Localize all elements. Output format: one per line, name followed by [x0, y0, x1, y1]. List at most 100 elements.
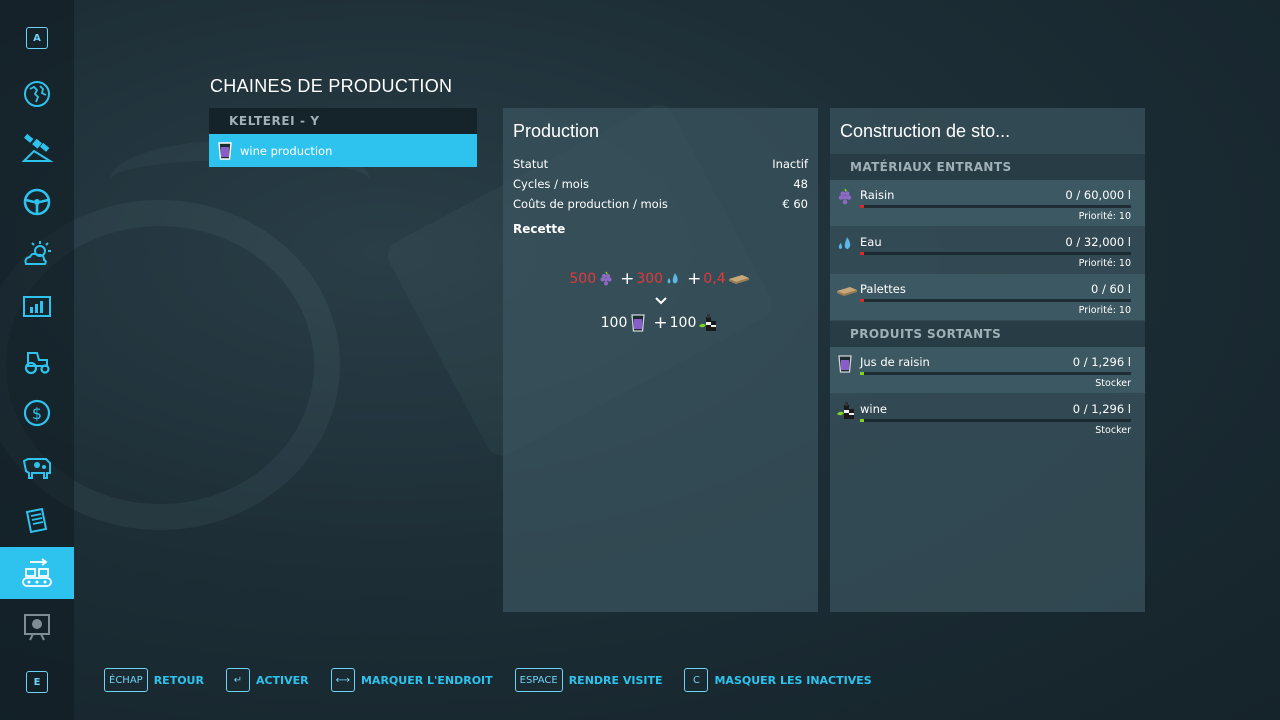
- production-icon: [22, 558, 52, 587]
- page-title: CHAINES DE PRODUCTION: [210, 76, 453, 96]
- recipe-input-amount: 300: [636, 271, 664, 287]
- key-hint-e[interactable]: E: [0, 656, 74, 708]
- input-row-palettes: Palettes 0 / 60 l Priorité: 10: [830, 274, 1145, 320]
- material-priority: Priorité: 10: [1078, 258, 1131, 269]
- product-amount: 0 / 1,296 l: [1072, 355, 1131, 369]
- globe-icon: [24, 81, 50, 107]
- action-mark-location[interactable]: MARQUER L'ENDROIT: [361, 674, 493, 687]
- plus-sign: +: [687, 269, 702, 289]
- recipe-output-amount: 100: [669, 315, 697, 331]
- satellite-icon: [21, 133, 54, 162]
- list-item-wine-production[interactable]: wine production: [209, 134, 477, 167]
- storage-panel: Construction de sto... MATÉRIAUX ENTRANT…: [830, 108, 1145, 612]
- stat-row-costs: Coûts de production / mois € 60: [503, 194, 818, 214]
- production-chain-list: KELTEREI - Y wine production: [209, 108, 477, 167]
- fill-bar: [860, 299, 1131, 302]
- plus-sign: +: [620, 269, 635, 289]
- statistics-icon: [23, 296, 51, 317]
- fill-bar-level: [860, 252, 864, 255]
- sidebar-item-weather[interactable]: [0, 228, 74, 280]
- tractor-icon: [24, 352, 50, 375]
- outputs-header: PRODUITS SORTANTS: [830, 321, 1145, 347]
- stat-label: Statut: [513, 157, 549, 171]
- pallet-icon: [837, 287, 857, 296]
- contracts-icon: [25, 507, 48, 534]
- production-panel: Production Statut Inactif Cycles / mois …: [503, 108, 818, 612]
- sidebar-item-map[interactable]: [0, 68, 74, 120]
- stat-label: Cycles / mois: [513, 177, 590, 191]
- sidebar-item-contracts[interactable]: [0, 494, 74, 546]
- juice-icon: [838, 355, 852, 373]
- plus-sign: +: [653, 313, 668, 333]
- recipe: 500 + 300 + 0,4 100 + 100: [503, 268, 818, 334]
- production-panel-title: Production: [513, 120, 600, 141]
- product-name: wine: [860, 402, 887, 416]
- key-e: E: [26, 671, 48, 693]
- key-hint-a[interactable]: A: [0, 12, 74, 64]
- action-visit[interactable]: RENDRE VISITE: [569, 674, 663, 687]
- action-back[interactable]: RETOUR: [154, 674, 204, 687]
- key-escape: ÉCHAP: [104, 668, 148, 692]
- sidebar-item-animals[interactable]: [0, 440, 74, 492]
- chevron-down-icon: [503, 290, 818, 312]
- material-priority: Priorité: 10: [1078, 305, 1131, 316]
- pallet-icon: [728, 275, 749, 284]
- svg-text:$: $: [32, 404, 42, 423]
- material-amount: 0 / 32,000 l: [1065, 235, 1131, 249]
- help-board-icon: [24, 614, 50, 641]
- steering-wheel-icon: [23, 188, 51, 216]
- key-a: A: [26, 27, 48, 49]
- juice-icon: [218, 141, 232, 160]
- material-priority: Priorité: 10: [1078, 211, 1131, 222]
- stat-row-status: Statut Inactif: [503, 154, 818, 174]
- product-name: Jus de raisin: [860, 355, 930, 369]
- sidebar-item-finances[interactable]: $: [0, 387, 74, 439]
- recipe-input-amount: 500: [569, 271, 597, 287]
- fill-bar-level: [860, 372, 864, 375]
- water-drop-icon: [838, 237, 851, 250]
- material-amount: 0 / 60 l: [1091, 282, 1131, 296]
- recipe-label: Recette: [513, 222, 566, 236]
- fill-bar-level: [860, 419, 864, 422]
- fill-bar: [860, 205, 1131, 208]
- grape-icon: [838, 188, 852, 205]
- recipe-input-amount: 0,4: [703, 271, 726, 287]
- recipe-outputs: 100 + 100: [503, 312, 818, 334]
- sidebar-item-garage[interactable]: [0, 334, 74, 386]
- output-row-wine: wine 0 / 1,296 l Stocker: [830, 394, 1145, 440]
- material-name: Raisin: [860, 188, 895, 202]
- action-activate[interactable]: ACTIVER: [256, 674, 309, 687]
- sidebar-item-statistics[interactable]: [0, 281, 74, 333]
- sidebar-item-gps[interactable]: [0, 122, 74, 174]
- product-amount: 0 / 1,296 l: [1072, 402, 1131, 416]
- material-amount: 0 / 60,000 l: [1065, 188, 1131, 202]
- recipe-inputs: 500 + 300 + 0,4: [503, 268, 818, 290]
- cow-icon: [22, 458, 51, 479]
- sidebar: A $ E: [0, 0, 74, 720]
- list-item-label: wine production: [240, 143, 333, 158]
- storage-panel-title: Construction de sto...: [840, 120, 1011, 141]
- key-space: ESPACE: [514, 668, 563, 692]
- key-enter: ↵: [225, 668, 250, 692]
- material-name: Palettes: [860, 282, 906, 296]
- stat-label: Coûts de production / mois: [513, 197, 668, 211]
- action-hide-inactive[interactable]: MASQUER LES INACTIVES: [714, 674, 871, 687]
- stat-value: 48: [793, 177, 808, 191]
- juice-icon: [631, 314, 646, 332]
- output-row-jus-de-raisin: Jus de raisin 0 / 1,296 l Stocker: [830, 347, 1145, 393]
- grape-icon: [600, 271, 612, 286]
- sidebar-item-help[interactable]: [0, 601, 74, 653]
- sidebar-item-vehicles[interactable]: [0, 176, 74, 228]
- stat-value: € 60: [782, 197, 808, 211]
- fill-bar: [860, 372, 1131, 375]
- sidebar-item-production[interactable]: [0, 547, 74, 599]
- recipe-output-amount: 100: [600, 315, 628, 331]
- key-hotspot: ⟷: [330, 668, 355, 692]
- stat-value: Inactif: [772, 157, 808, 171]
- water-drop-icon: [667, 273, 678, 284]
- key-c: C: [684, 668, 709, 692]
- bottom-action-bar: ÉCHAP RETOUR ↵ ACTIVER ⟷ MARQUER L'ENDRO…: [104, 668, 894, 692]
- wine-icon: [837, 402, 854, 419]
- fill-bar-level: [860, 205, 864, 208]
- fill-bar: [860, 252, 1131, 255]
